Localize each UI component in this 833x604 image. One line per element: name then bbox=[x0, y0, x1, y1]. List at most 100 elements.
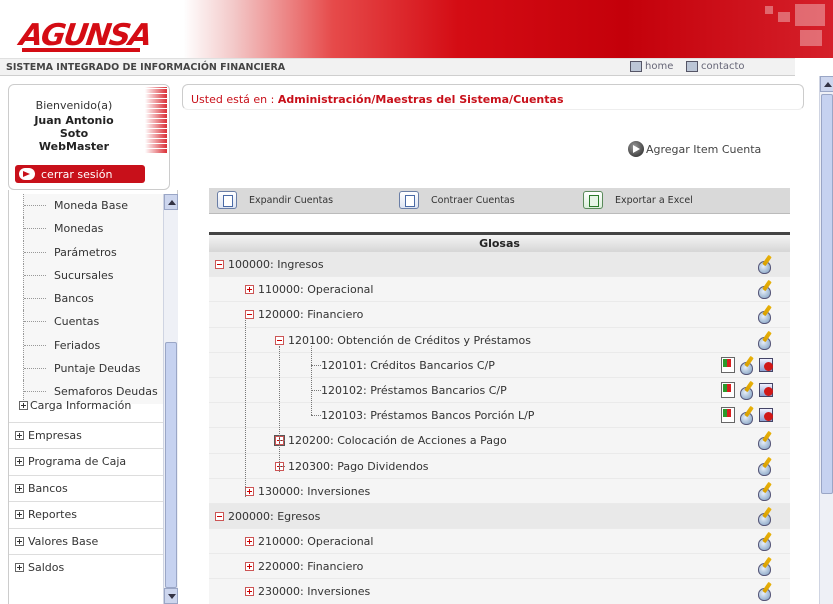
sidebar-subitem[interactable]: Parámetros bbox=[23, 240, 164, 264]
sidebar-item-label: Carga Información bbox=[30, 399, 132, 412]
welcome-decoration bbox=[145, 87, 167, 153]
collapse-node-icon[interactable] bbox=[275, 335, 284, 345]
account-row: 220000: Financiero bbox=[209, 554, 790, 580]
expand-accounts-button[interactable]: Expandir Cuentas bbox=[217, 191, 333, 209]
account-row: 120103: Préstamos Bancos Porción L/P bbox=[209, 403, 790, 429]
tree-connector-line bbox=[279, 440, 285, 442]
account-row: 120102: Préstamos Bancarios C/P bbox=[209, 377, 790, 404]
banner-pixel-decoration bbox=[765, 6, 773, 14]
logout-arrow-icon bbox=[19, 168, 35, 180]
banner-pixel-decoration bbox=[800, 30, 822, 46]
edit-pencil-icon[interactable] bbox=[756, 431, 774, 451]
account-label: 120102: Préstamos Bancarios C/P bbox=[321, 383, 507, 397]
collapse-document-icon bbox=[399, 191, 419, 209]
sidebar-menu-label: Bancos bbox=[28, 481, 68, 495]
expand-node-icon[interactable] bbox=[245, 486, 254, 496]
sidebar-subitem[interactable]: Moneda Base bbox=[23, 194, 164, 218]
account-label: 100000: Ingresos bbox=[228, 258, 324, 271]
scroll-up-arrow-icon[interactable] bbox=[164, 194, 178, 210]
move-node-icon[interactable] bbox=[720, 406, 736, 424]
delete-icon[interactable] bbox=[758, 356, 774, 372]
expand-node-icon[interactable] bbox=[245, 537, 254, 547]
sidebar-menu-item[interactable]: Saldos bbox=[9, 554, 164, 580]
user-role: WebMaster bbox=[38, 140, 110, 153]
tree-connector-line bbox=[279, 465, 285, 467]
home-link[interactable]: home bbox=[630, 61, 673, 72]
account-row: 110000: Operacional bbox=[209, 277, 790, 303]
edit-pencil-icon[interactable] bbox=[738, 406, 756, 426]
sidebar-subitem[interactable]: Sucursales bbox=[23, 263, 164, 288]
delete-icon[interactable] bbox=[758, 381, 774, 397]
page-scrollbar[interactable] bbox=[819, 76, 833, 604]
glosas-column-header: Glosas bbox=[209, 232, 790, 252]
sidebar-menu: Moneda Base Monedas Parámetros Sucursales Ba… bbox=[8, 190, 178, 604]
edit-pencil-icon[interactable] bbox=[756, 507, 774, 526]
edit-pencil-icon[interactable] bbox=[738, 381, 756, 400]
sidebar-menu-label: Valores Base bbox=[28, 534, 99, 548]
sidebar-item-carga-informacion[interactable]: Carga Información bbox=[19, 399, 131, 412]
account-label: 230000: Inversiones bbox=[258, 585, 371, 599]
move-node-icon[interactable] bbox=[720, 381, 736, 398]
account-label: 220000: Financiero bbox=[258, 560, 364, 574]
collapse-node-icon[interactable] bbox=[215, 260, 224, 269]
excel-icon bbox=[583, 191, 603, 209]
export-excel-button[interactable]: Exportar a Excel bbox=[583, 191, 693, 209]
sidebar-menu-item[interactable]: Empresas bbox=[9, 422, 164, 448]
user-name: Juan Antonio Soto bbox=[34, 114, 114, 140]
edit-pencil-icon[interactable] bbox=[756, 457, 774, 476]
sidebar-menu-label: Reportes bbox=[28, 508, 77, 522]
logout-button[interactable]: cerrar sesión bbox=[15, 165, 145, 183]
sidebar-menu-item[interactable]: Reportes bbox=[9, 501, 164, 528]
expand-node-icon[interactable] bbox=[245, 562, 254, 572]
account-label: 200000: Egresos bbox=[228, 509, 321, 523]
tree-connector-line bbox=[279, 345, 280, 472]
tree-connector-line bbox=[245, 320, 246, 497]
sidebar-menu-label: Saldos bbox=[28, 561, 65, 574]
sidebar-scrollbar[interactable] bbox=[163, 194, 178, 604]
home-label: home bbox=[645, 61, 674, 72]
edit-pencil-icon[interactable] bbox=[756, 305, 774, 325]
edit-pencil-icon[interactable] bbox=[756, 280, 774, 300]
expand-node-icon[interactable] bbox=[245, 587, 254, 597]
sidebar-subitem[interactable]: Monedas bbox=[23, 217, 164, 241]
tree-connector-line bbox=[311, 364, 321, 366]
edit-pencil-icon[interactable] bbox=[756, 482, 774, 501]
account-label: 120101: Créditos Bancarios C/P bbox=[321, 358, 495, 372]
sidebar-subitem[interactable]: Feriados bbox=[23, 333, 164, 358]
sidebar-menu-item[interactable]: Valores Base bbox=[9, 527, 164, 554]
sidebar-menu-item[interactable]: Bancos bbox=[9, 474, 164, 501]
edit-pencil-icon[interactable] bbox=[738, 356, 756, 375]
edit-pencil-icon[interactable] bbox=[756, 255, 774, 274]
sidebar-subitem[interactable]: Bancos bbox=[23, 287, 164, 311]
edit-pencil-icon[interactable] bbox=[756, 331, 774, 350]
sidebar-subitem[interactable]: Puntaje Deudas bbox=[23, 357, 164, 381]
accounts-toolbar: Expandir Cuentas Contraer Cuentas Export… bbox=[209, 188, 790, 214]
move-node-icon[interactable] bbox=[720, 356, 736, 373]
expand-node-icon[interactable] bbox=[245, 285, 254, 295]
collapse-node-icon[interactable] bbox=[245, 310, 254, 320]
expand-icon bbox=[15, 457, 24, 467]
contact-link[interactable]: contacto bbox=[686, 61, 745, 72]
edit-pencil-icon[interactable] bbox=[756, 557, 774, 577]
add-account-item-link[interactable]: Agregar Item Cuenta bbox=[628, 141, 761, 157]
sidebar-subitem[interactable]: Cuentas bbox=[23, 310, 164, 334]
scrollbar-thumb[interactable] bbox=[165, 342, 177, 588]
scroll-down-arrow-icon[interactable] bbox=[164, 588, 178, 604]
add-item-label: Agregar Item Cuenta bbox=[646, 142, 762, 156]
scrollbar-thumb[interactable] bbox=[821, 94, 833, 494]
account-row: 230000: Inversiones bbox=[209, 579, 790, 604]
edit-pencil-icon[interactable] bbox=[756, 582, 774, 602]
account-row: 120200: Colocación de Acciones a Pago bbox=[209, 428, 790, 454]
header-banner: AGUNSA bbox=[0, 0, 833, 58]
edit-pencil-icon[interactable] bbox=[756, 532, 774, 552]
collapse-node-icon[interactable] bbox=[215, 511, 224, 521]
delete-icon[interactable] bbox=[758, 406, 774, 423]
welcome-panel: Bienvenido(a) Juan Antonio Soto WebMaste… bbox=[8, 84, 170, 190]
collapse-accounts-button[interactable]: Contraer Cuentas bbox=[399, 191, 515, 209]
account-row: 120101: Créditos Bancarios C/P bbox=[209, 352, 790, 378]
scroll-up-arrow-icon[interactable] bbox=[820, 76, 833, 92]
account-label: 120000: Financiero bbox=[258, 308, 364, 322]
sidebar-menu-item[interactable]: Programa de Caja bbox=[9, 448, 164, 475]
contact-label: contacto bbox=[701, 61, 745, 72]
sidebar-menu-label: Empresas bbox=[28, 429, 82, 442]
